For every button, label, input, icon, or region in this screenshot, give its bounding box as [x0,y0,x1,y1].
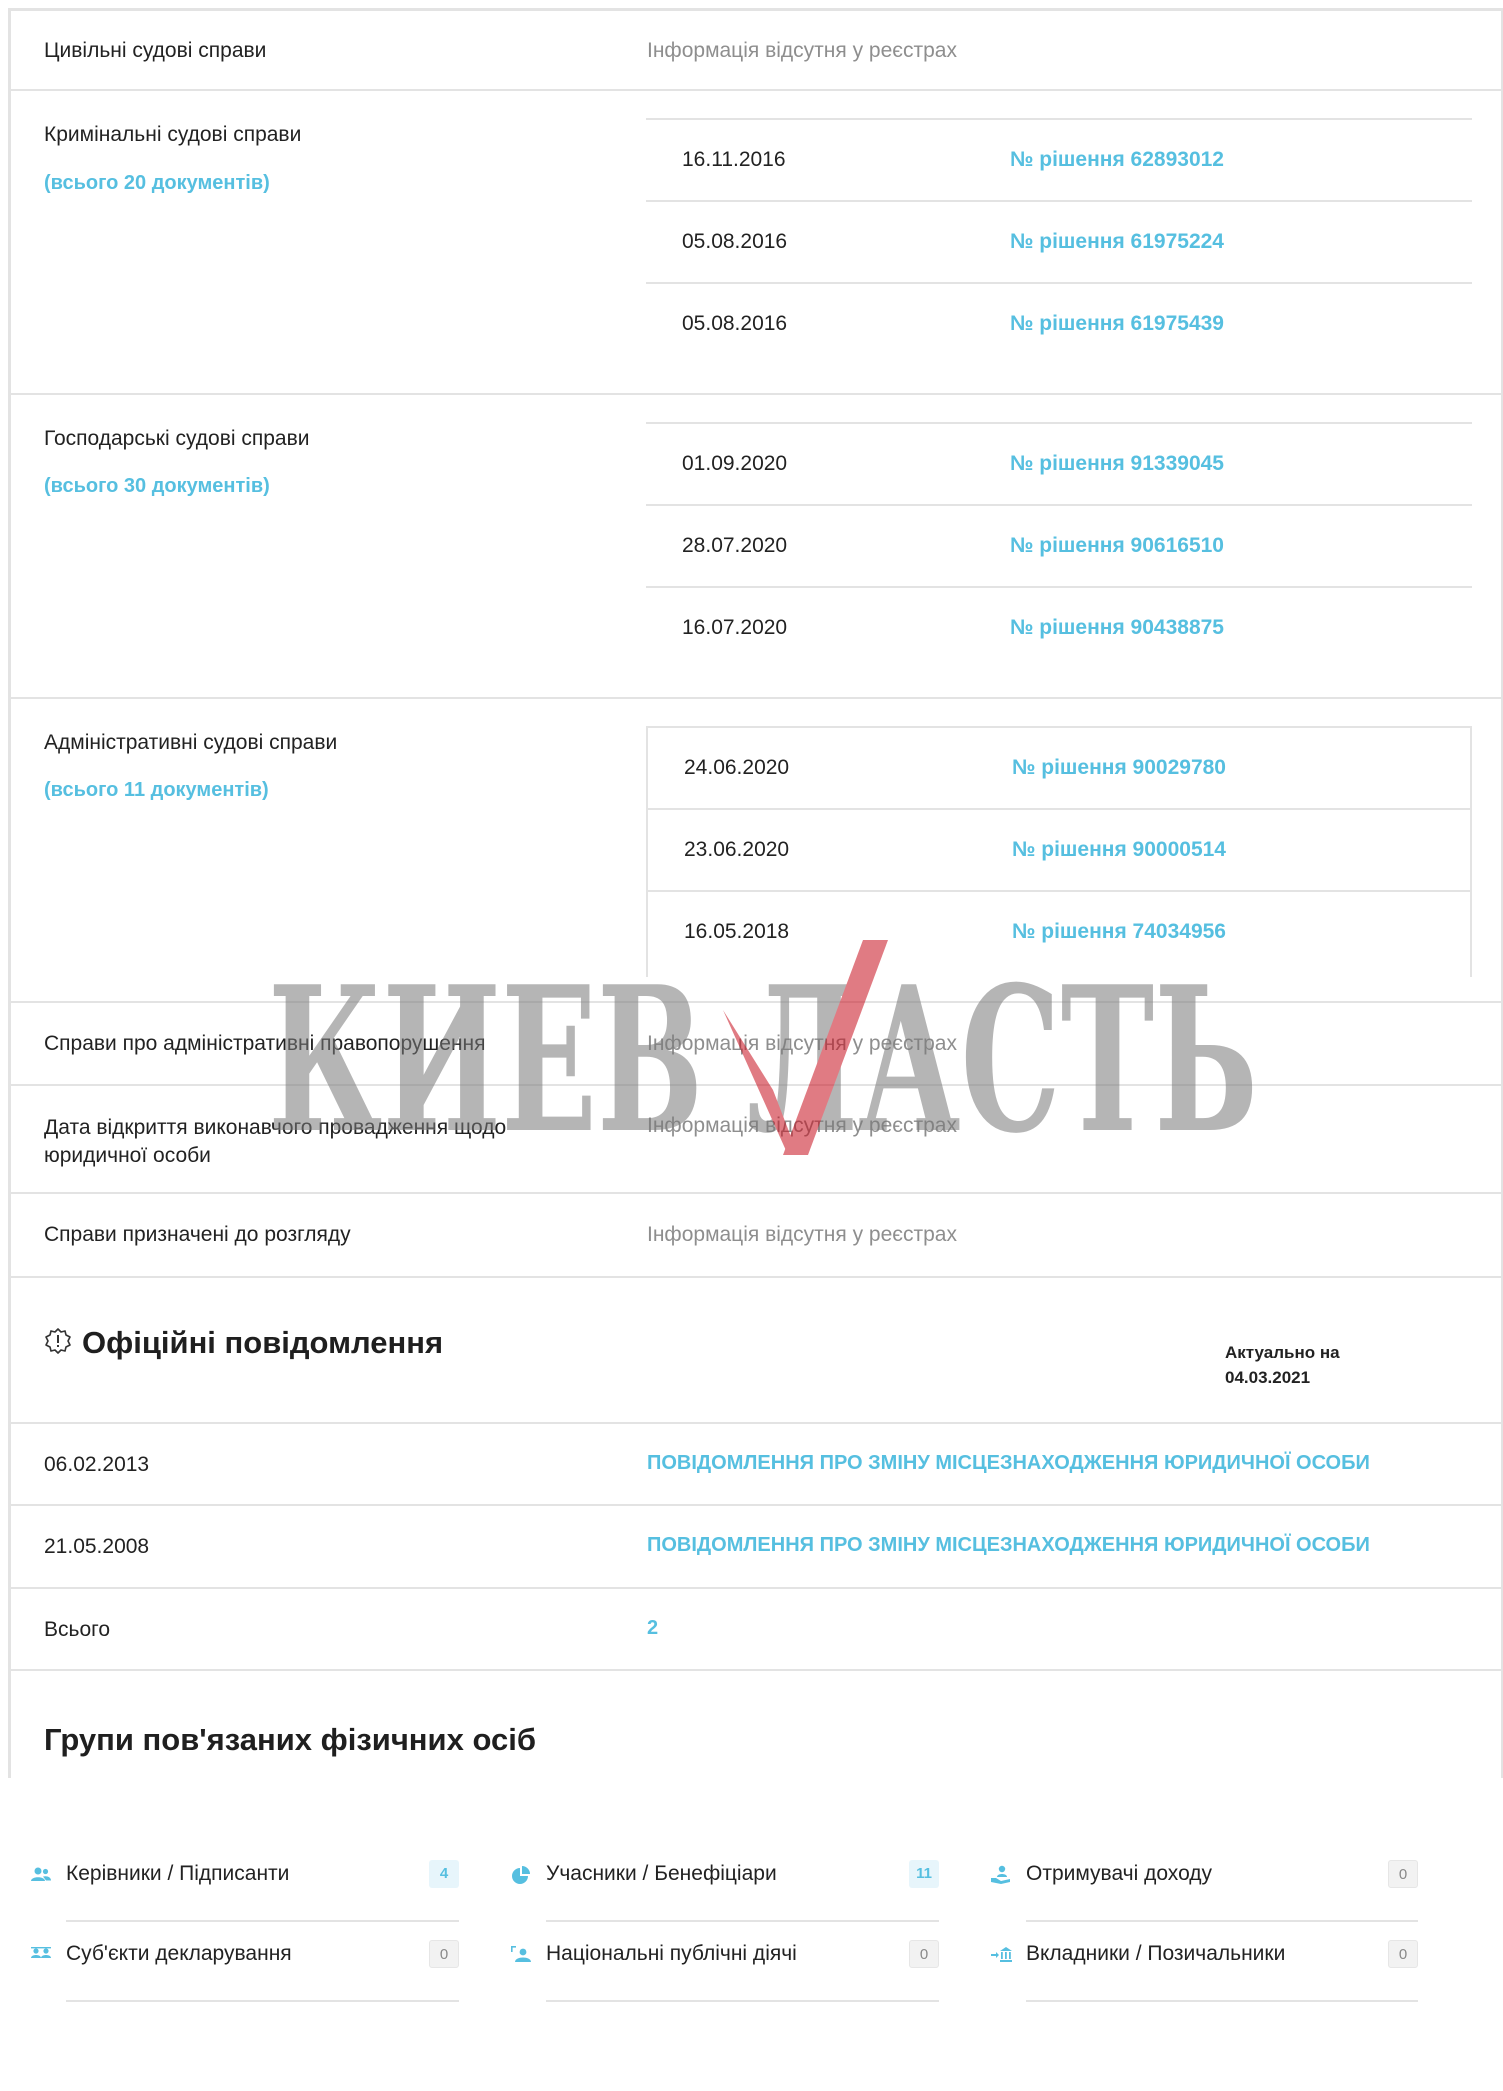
doc-number-link[interactable]: № рішення 74034956 [1012,920,1226,944]
enforcement-value: Інформація відсутня у реєстрах [647,1114,957,1137]
criminal-cases-row: Кримінальні судові справи (всього 20 док… [8,91,1503,395]
notice-date: 06.02.2013 [44,1453,150,1476]
asof-label: Актуально на [1225,1343,1340,1362]
doc-date: 16.11.2016 [682,148,786,171]
administrative-cases-label: Адміністративні судові справи [44,731,338,754]
doc-number-link[interactable]: № рішення 91339045 [1010,452,1224,476]
enforcement-row: Дата відкриття виконавчого провадження щ… [8,1086,1503,1194]
group-count-badge: 0 [909,1940,939,1968]
group-public-persons[interactable]: Національні публічні діячі 0 [510,1922,939,2002]
hand-user-icon [991,1865,1010,1884]
civil-cases-value: Інформація відсутня у реєстрах [647,39,957,62]
bank-icon [991,1947,1012,1962]
admin-offenses-row: Справи про адміністративні правопорушенн… [8,1003,1503,1086]
notice-link[interactable]: ПОВІДОМЛЕННЯ ПРО ЗМІНУ МІСЦЕЗНАХОДЖЕННЯ … [647,1452,1370,1475]
group-count-badge: 0 [429,1940,459,1968]
notice-date: 21.05.2008 [44,1535,150,1558]
notices-total-value: 2 [647,1617,659,1639]
doc-date: 01.09.2020 [682,452,788,475]
doc-date: 24.06.2020 [684,756,790,779]
doc-number-link[interactable]: № рішення 90438875 [1010,616,1224,640]
commercial-docs-list: 01.09.2020 № рішення 91339045 28.07.2020… [646,422,1472,668]
pie-chart-icon [512,1866,530,1884]
id-card-icon [31,1947,51,1958]
divider [66,2000,459,2002]
group-depositors[interactable]: Вкладники / Позичальники 0 [990,1922,1418,2002]
doc-date: 16.07.2020 [682,616,788,639]
doc-row: 16.11.2016 № рішення 62893012 [646,118,1472,200]
commercial-cases-row: Господарські судові справи (всього 30 до… [8,395,1503,699]
notices-total-label: Всього [44,1618,111,1641]
doc-date: 28.07.2020 [682,534,788,557]
group-count-badge: 0 [1388,1940,1418,1968]
doc-row: 05.08.2016 № рішення 61975439 [646,282,1472,364]
scheduled-cases-label: Справи призначені до розгляду [44,1223,351,1246]
group-label: Вкладники / Позичальники [1026,1942,1286,1965]
group-count-badge: 0 [1388,1860,1418,1888]
scheduled-cases-row: Справи призначені до розгляду Інформація… [8,1194,1503,1278]
notices-title: Офіційні повідомлення [82,1325,444,1360]
doc-date: 16.05.2018 [684,920,790,943]
administrative-docs-list: 24.06.2020 № рішення 90029780 23.06.2020… [646,726,1472,977]
admin-offenses-label: Справи про адміністративні правопорушенн… [44,1032,486,1055]
criminal-cases-label: Кримінальні судові справи [44,123,302,146]
group-count-badge: 11 [909,1860,939,1888]
doc-number-link[interactable]: № рішення 90000514 [1012,838,1226,862]
enforcement-label: Дата відкриття виконавчого провадження щ… [44,1114,506,1170]
doc-row: 05.08.2016 № рішення 61975224 [646,200,1472,282]
doc-row: 16.07.2020 № рішення 90438875 [646,586,1472,668]
doc-date: 05.08.2016 [682,230,788,253]
group-label: Національні публічні діячі [546,1942,797,1965]
notice-row: 21.05.2008 ПОВІДОМЛЕННЯ ПРО ЗМІНУ МІСЦЕЗ… [8,1506,1503,1589]
doc-row: 23.06.2020 № рішення 90000514 [648,808,1470,890]
divider [546,2000,939,2002]
admin-offenses-value: Інформація відсутня у реєстрах [647,1032,957,1055]
doc-number-link[interactable]: № рішення 61975224 [1010,230,1224,254]
groups-title: Групи пов'язаних фізичних осіб [44,1722,536,1757]
doc-number-link[interactable]: № рішення 61975439 [1010,312,1224,336]
group-label: Учасники / Бенефіціари [546,1862,777,1885]
public-person-icon [511,1946,531,1962]
group-label: Керівники / Підписанти [66,1862,290,1885]
doc-date: 23.06.2020 [684,838,790,861]
commercial-cases-count[interactable]: (всього 30 документів) [44,475,270,498]
users-icon [31,1867,51,1881]
doc-number-link[interactable]: № рішення 62893012 [1010,148,1224,172]
group-leaders[interactable]: Керівники / Підписанти 4 [30,1842,459,1922]
doc-number-link[interactable]: № рішення 90616510 [1010,534,1224,558]
criminal-cases-count[interactable]: (всього 20 документів) [44,172,270,195]
divider [1026,2000,1418,2002]
administrative-cases-row: Адміністративні судові справи (всього 11… [8,699,1503,1003]
alert-icon [45,1328,71,1354]
commercial-cases-label: Господарські судові справи [44,427,310,450]
civil-cases-label: Цивільні судові справи [44,39,267,62]
doc-row: 24.06.2020 № рішення 90029780 [648,726,1470,808]
group-declarants[interactable]: Суб'єкти декларування 0 [30,1922,459,2002]
notices-total-row: Всього 2 [8,1589,1503,1671]
group-label: Отримувачі доходу [1026,1862,1213,1885]
groups-grid: Керівники / Підписанти 4 Учасники / Бене… [0,1780,1503,2091]
group-count-badge: 4 [429,1860,459,1888]
doc-number-link[interactable]: № рішення 90029780 [1012,756,1226,780]
group-label: Суб'єкти декларування [66,1942,292,1965]
notice-row: 06.02.2013 ПОВІДОМЛЕННЯ ПРО ЗМІНУ МІСЦЕЗ… [8,1424,1503,1506]
group-participants[interactable]: Учасники / Бенефіціари 11 [510,1842,939,1922]
doc-row: 28.07.2020 № рішення 90616510 [646,504,1472,586]
doc-row: 16.05.2018 № рішення 74034956 [648,890,1470,972]
notices-asof: Актуально на 04.03.2021 [1225,1340,1385,1390]
group-income-recipients[interactable]: Отримувачі доходу 0 [990,1842,1418,1922]
doc-row: 01.09.2020 № рішення 91339045 [646,422,1472,504]
administrative-cases-count[interactable]: (всього 11 документів) [44,779,269,802]
doc-date: 05.08.2016 [682,312,788,335]
scheduled-cases-value: Інформація відсутня у реєстрах [647,1223,957,1246]
asof-date: 04.03.2021 [1225,1368,1311,1387]
notice-link[interactable]: ПОВІДОМЛЕННЯ ПРО ЗМІНУ МІСЦЕЗНАХОДЖЕННЯ … [647,1534,1370,1557]
criminal-docs-list: 16.11.2016 № рішення 62893012 05.08.2016… [646,118,1472,364]
enforcement-label-line1: Дата відкриття виконавчого провадження щ… [44,1116,507,1139]
civil-cases-row: Цивільні судові справи Інформація відсут… [8,8,1503,91]
enforcement-label-line2: юридичної особи [44,1144,211,1167]
